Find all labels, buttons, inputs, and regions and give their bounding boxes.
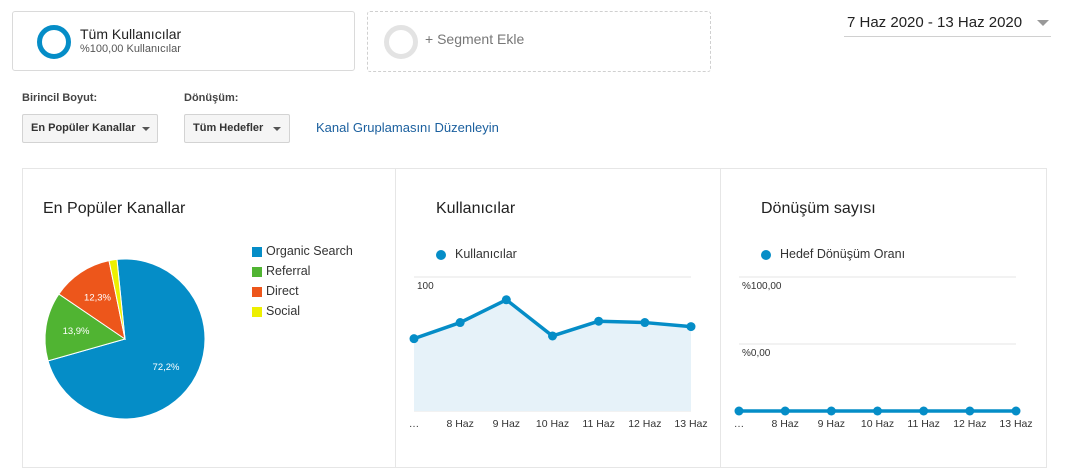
y-tick-label: %0,00	[742, 348, 771, 359]
segment-ring-icon	[37, 25, 71, 59]
primary-dimension-dropdown[interactable]: En Popüler Kanallar	[22, 114, 158, 143]
segment-card-all-users[interactable]: Tüm Kullanıcılar %100,00 Kullanıcılar	[12, 11, 355, 71]
legend-swatch-direct	[252, 287, 262, 297]
x-tick-label: 10 Haz	[536, 418, 569, 430]
primary-dimension-value: En Popüler Kanallar	[31, 122, 136, 134]
legend-social[interactable]: Social	[266, 304, 300, 318]
data-point	[409, 334, 419, 344]
users-area-chart: 10050…8 Haz9 Haz10 Haz11 Haz12 Haz13 Haz	[409, 276, 708, 430]
chevron-down-icon	[1037, 20, 1049, 26]
data-point	[501, 295, 511, 305]
add-segment-label: + Segment Ekle	[425, 31, 525, 47]
data-point	[965, 406, 975, 416]
segment-subtitle: %100,00 Kullanıcılar	[80, 43, 181, 55]
conversions-panel: Dönüşüm sayısı Hedef Dönüşüm Oranı %100,…	[720, 168, 1047, 468]
legend-referral[interactable]: Referral	[266, 264, 310, 278]
primary-dimension-label: Birincil Boyut:	[22, 92, 98, 104]
x-tick-label: …	[409, 418, 420, 430]
chevron-down-icon	[142, 127, 150, 131]
legend-swatch-social	[252, 307, 262, 317]
x-tick-label: 8 Haz	[771, 418, 798, 430]
x-tick-label: 11 Haz	[907, 418, 940, 430]
data-point	[640, 318, 650, 328]
x-tick-label: 12 Haz	[953, 418, 986, 430]
x-tick-label: 12 Haz	[628, 418, 661, 430]
data-point	[455, 318, 465, 328]
segment-name: Tüm Kullanıcılar	[80, 26, 182, 42]
x-tick-label: …	[734, 418, 745, 430]
legend-direct[interactable]: Direct	[266, 284, 299, 298]
conversions-line-chart: %100,00 %0,00 … 8 Haz 9 Haz 10 Haz 11 Haz 12 Ha…	[734, 276, 1033, 430]
channels-pie-chart: 72,2% 13,9% 12,3%	[44, 258, 206, 420]
data-point	[1011, 406, 1021, 416]
chevron-down-icon	[273, 127, 281, 131]
data-point	[826, 406, 836, 416]
pie-slice-label: 72,2%	[153, 362, 180, 373]
conversion-label: Dönüşüm:	[184, 92, 239, 104]
data-point	[686, 322, 696, 332]
date-range-picker[interactable]: 7 Haz 2020 - 13 Haz 2020	[844, 11, 1051, 37]
date-range-text: 7 Haz 2020 - 13 Haz 2020	[847, 14, 1023, 31]
y-tick-label: 100	[417, 281, 434, 292]
legend-organic-search[interactable]: Organic Search	[266, 244, 353, 258]
data-point	[780, 406, 790, 416]
add-segment-button[interactable]: + Segment Ekle	[367, 11, 711, 72]
x-tick-label: 13 Haz	[999, 418, 1032, 430]
conversion-value: Tüm Hedefler	[193, 122, 264, 134]
y-tick-label: %100,00	[742, 281, 782, 292]
data-point	[873, 406, 882, 416]
conversion-dropdown[interactable]: Tüm Hedefler	[184, 114, 290, 143]
area-fill	[414, 299, 691, 411]
x-tick-label: 11 Haz	[582, 418, 615, 430]
data-point	[548, 331, 557, 341]
x-tick-label: 8 Haz	[446, 418, 473, 430]
data-point	[734, 406, 744, 416]
x-tick-label: 10 Haz	[861, 418, 894, 430]
channels-panel: En Popüler Kanallar 72,2% 13,9% 12,3% Orga…	[22, 168, 396, 468]
pie-slice-label: 12,3%	[84, 293, 111, 304]
x-tick-label: 13 Haz	[674, 418, 707, 430]
x-tick-label: 9 Haz	[818, 418, 845, 430]
users-panel: Kullanıcılar Kullanıcılar 10050…8 Haz9 H…	[395, 168, 721, 468]
edit-channel-grouping-link[interactable]: Kanal Gruplamasını Düzenleyin	[316, 120, 499, 135]
data-point	[594, 316, 604, 326]
legend-swatch-organic	[252, 247, 262, 257]
empty-segment-ring-icon	[384, 25, 418, 59]
x-tick-label: 9 Haz	[493, 418, 520, 430]
data-point	[919, 406, 929, 416]
legend-swatch-referral	[252, 267, 262, 277]
pie-slice-label: 13,9%	[63, 326, 90, 337]
